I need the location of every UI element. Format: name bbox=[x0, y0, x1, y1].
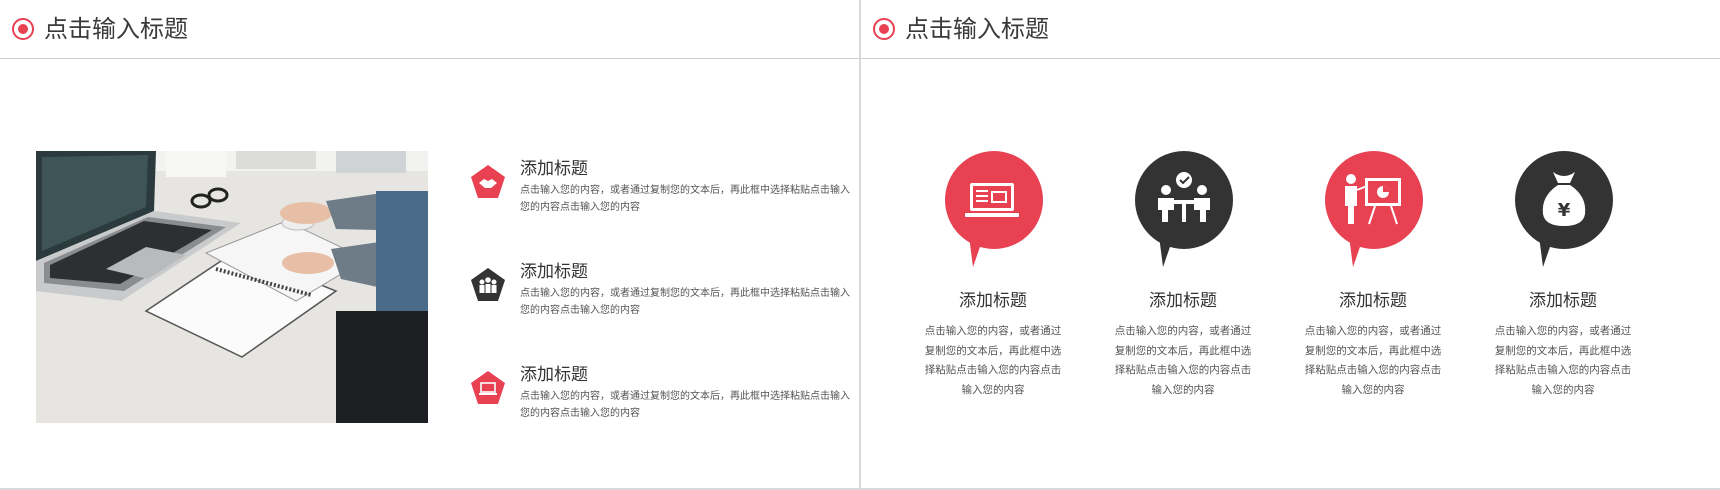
slide-title[interactable]: 点击输入标题 bbox=[44, 14, 188, 44]
card-title[interactable]: 添加标题 bbox=[903, 290, 1083, 312]
laptop-icon bbox=[471, 371, 505, 404]
card-description[interactable]: 点击输入您的内容，或者通过复制您的文本后，再此框中选择粘贴点击输入您的内容点击输… bbox=[921, 322, 1065, 400]
right-slide: 点击输入标题 添加标题 点击输入您的内容，或者通过复制您的文本后，再此框中选择粘… bbox=[861, 0, 1720, 488]
slide-title[interactable]: 点击输入标题 bbox=[905, 14, 1049, 44]
team-icon bbox=[471, 268, 505, 301]
card-description[interactable]: 点击输入您的内容，或者通过复制您的文本后，再此框中选择粘贴点击输入您的内容点击输… bbox=[1111, 322, 1255, 400]
slide-header: 点击输入标题 bbox=[861, 0, 1720, 59]
card-title[interactable]: 添加标题 bbox=[1093, 290, 1273, 312]
laptop-icon bbox=[945, 151, 1043, 267]
item-description[interactable]: 点击输入您的内容，或者通过复制您的文本后，再此框中选择粘贴点击输入您的内容点击输… bbox=[520, 388, 850, 422]
card-title[interactable]: 添加标题 bbox=[1283, 290, 1463, 312]
handshake-icon bbox=[471, 165, 505, 198]
slide-header: 点击输入标题 bbox=[0, 0, 859, 59]
laptop-notebook-photo bbox=[36, 151, 428, 423]
item-title[interactable]: 添加标题 bbox=[520, 158, 588, 180]
card-title[interactable]: 添加标题 bbox=[1473, 290, 1653, 312]
svg-text:¥: ¥ bbox=[1558, 200, 1571, 221]
record-dot-icon bbox=[12, 18, 34, 40]
record-dot-icon bbox=[873, 18, 895, 40]
card-description[interactable]: 点击输入您的内容，或者通过复制您的文本后，再此框中选择粘贴点击输入您的内容点击输… bbox=[1301, 322, 1445, 400]
left-slide: 点击输入标题 添加标题 点击输入您的内容，或者通过复制您的文本后，再此框中选择粘… bbox=[0, 0, 859, 488]
money-bag-icon: ¥ bbox=[1515, 151, 1613, 267]
item-description[interactable]: 点击输入您的内容，或者通过复制您的文本后，再此框中选择粘贴点击输入您的内容点击输… bbox=[520, 285, 850, 319]
item-description[interactable]: 点击输入您的内容，或者通过复制您的文本后，再此框中选择粘贴点击输入您的内容点击输… bbox=[520, 182, 850, 216]
card-description[interactable]: 点击输入您的内容，或者通过复制您的文本后，再此框中选择粘贴点击输入您的内容点击输… bbox=[1491, 322, 1635, 400]
item-title[interactable]: 添加标题 bbox=[520, 364, 588, 386]
item-title[interactable]: 添加标题 bbox=[520, 261, 588, 283]
presentation-icon bbox=[1325, 151, 1423, 267]
meeting-icon bbox=[1135, 151, 1233, 267]
photo-illustration bbox=[36, 151, 428, 423]
